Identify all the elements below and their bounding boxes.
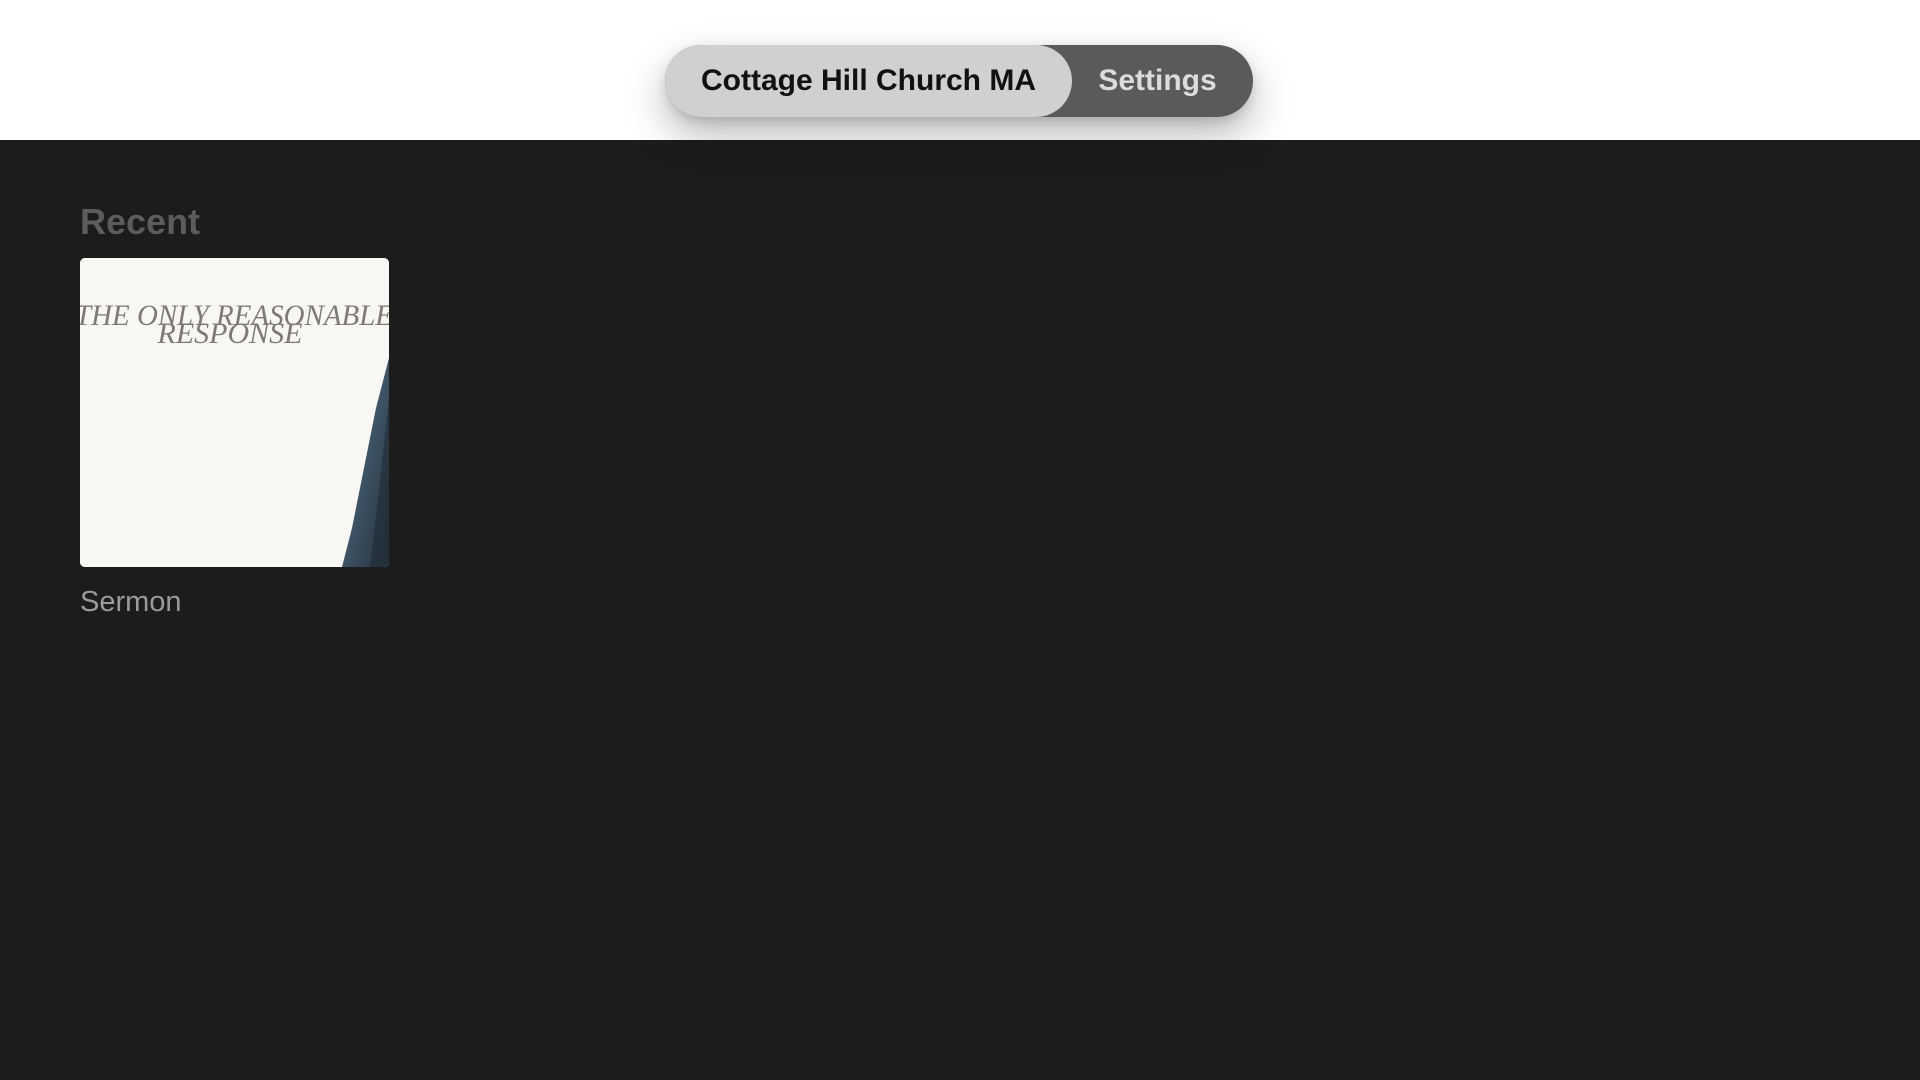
sermon-artwork: THE ONLY REASONABLE RESPONSE — [80, 258, 389, 567]
sermon-card[interactable]: THE ONLY REASONABLE RESPONSE — [80, 258, 389, 567]
tab-home[interactable]: Cottage Hill Church MA — [665, 45, 1072, 117]
artwork-title-line2: RESPONSE — [157, 317, 303, 350]
section-title-recent: Recent — [80, 201, 201, 242]
tab-settings[interactable]: Settings — [1072, 45, 1253, 117]
tab-bar: Cottage Hill Church MA Settings — [665, 45, 1253, 117]
sermon-card-caption: Sermon — [80, 586, 182, 618]
